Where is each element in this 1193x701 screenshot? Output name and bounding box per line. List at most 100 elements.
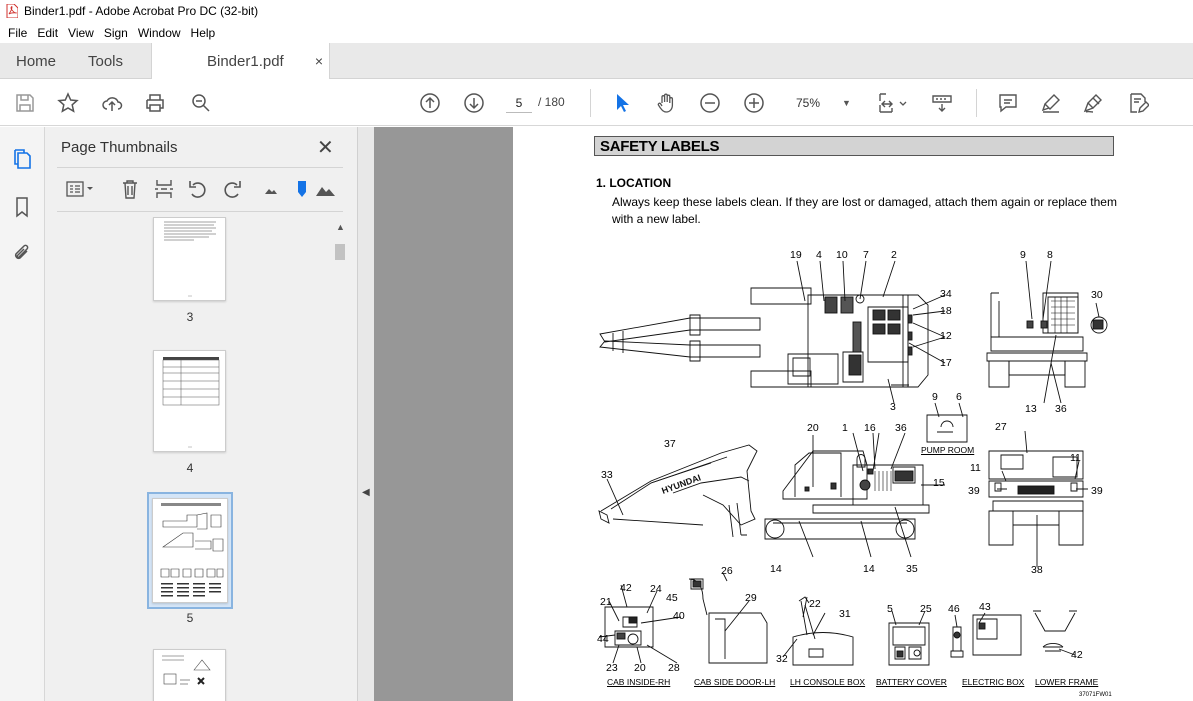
callout: 40 bbox=[673, 610, 685, 622]
callout: 36 bbox=[895, 422, 907, 434]
thumbnail-toolbar bbox=[57, 177, 347, 201]
caption-lh-console-box: LH CONSOLE BOX bbox=[790, 677, 866, 687]
rotate-cw-icon[interactable] bbox=[220, 177, 244, 201]
bookmark-star-icon[interactable] bbox=[56, 91, 80, 115]
menu-help[interactable]: Help bbox=[186, 26, 221, 40]
callout: 9 bbox=[932, 391, 938, 403]
zoom-out-icon[interactable] bbox=[698, 91, 722, 115]
callout: 16 bbox=[864, 422, 876, 434]
document-viewer[interactable]: SAFETY LABELS 1. LOCATION Always keep th… bbox=[374, 127, 1193, 701]
page-fit-icon[interactable] bbox=[874, 91, 910, 115]
upload-icon[interactable] bbox=[100, 91, 124, 115]
thumbnail-scrollbar[interactable]: ▲ bbox=[333, 220, 347, 701]
callout: 36 bbox=[1055, 403, 1067, 415]
select-arrow-icon[interactable] bbox=[610, 91, 634, 115]
callout: 19 bbox=[790, 249, 802, 261]
callout: 15 bbox=[933, 477, 945, 489]
panel-splitter[interactable]: ◀ bbox=[357, 127, 374, 701]
page-number-input[interactable] bbox=[506, 93, 532, 113]
callout: 39 bbox=[1091, 485, 1103, 497]
page-total: / 180 bbox=[538, 95, 565, 109]
caption-lower-frame: LOWER FRAME bbox=[1035, 677, 1099, 687]
menu-edit[interactable]: Edit bbox=[32, 26, 63, 40]
thumbnail-page-3[interactable] bbox=[153, 217, 226, 301]
zoom-slider-handle[interactable] bbox=[290, 177, 314, 201]
hand-icon[interactable] bbox=[654, 91, 678, 115]
tab-home[interactable]: Home bbox=[16, 43, 56, 79]
thumbnail-options-icon[interactable] bbox=[63, 177, 97, 201]
menu-file[interactable]: File bbox=[3, 26, 32, 40]
panel-divider bbox=[57, 211, 343, 212]
sign-icon[interactable] bbox=[1082, 91, 1106, 115]
callout: 4 bbox=[816, 249, 822, 261]
scrollbar-thumb[interactable] bbox=[335, 244, 345, 260]
bookmark-icon[interactable] bbox=[10, 195, 34, 219]
attachment-icon[interactable] bbox=[10, 241, 34, 265]
callout: 10 bbox=[836, 249, 848, 261]
callout: 1 bbox=[842, 422, 848, 434]
scroll-up-icon[interactable]: ▲ bbox=[336, 222, 345, 232]
zoom-select[interactable]: 75% ▼ bbox=[786, 91, 856, 115]
delete-icon[interactable] bbox=[118, 177, 142, 201]
callout: 27 bbox=[995, 421, 1007, 433]
callout: 14 bbox=[863, 563, 875, 575]
callout: 43 bbox=[979, 601, 991, 613]
caption-pump-room: PUMP ROOM bbox=[921, 445, 975, 455]
tab-bar: Home Tools Binder1.pdf × bbox=[0, 43, 1193, 79]
caption-cab-inside-rh: CAB INSIDE-RH bbox=[607, 677, 671, 687]
menu-sign[interactable]: Sign bbox=[99, 26, 133, 40]
thumbnail-label: 5 bbox=[186, 611, 194, 625]
large-mountain-icon[interactable] bbox=[314, 177, 338, 201]
callout: 37 bbox=[664, 438, 676, 450]
tab-tools[interactable]: Tools bbox=[88, 43, 123, 79]
menu-view[interactable]: View bbox=[63, 26, 99, 40]
callout: 35 bbox=[906, 563, 918, 575]
callout: 24 bbox=[650, 583, 662, 595]
caption-electric-box: ELECTRIC BOX bbox=[962, 677, 1025, 687]
edit-pdf-icon[interactable] bbox=[1126, 91, 1150, 115]
thumbnail-page-6[interactable] bbox=[153, 649, 226, 701]
highlight-icon[interactable] bbox=[1039, 91, 1063, 115]
tab-document[interactable]: Binder1.pdf × bbox=[151, 43, 330, 79]
callout: 11 bbox=[1070, 452, 1081, 464]
callout: 46 bbox=[948, 603, 960, 615]
scroll-mode-icon[interactable] bbox=[930, 91, 954, 115]
callout: 12 bbox=[940, 330, 952, 342]
left-navigation-rail bbox=[0, 127, 45, 701]
title-bar: Binder1.pdf - Adobe Acrobat Pro DC (32-b… bbox=[0, 0, 1193, 22]
search-zoom-icon[interactable] bbox=[189, 91, 213, 115]
callout: 8 bbox=[1047, 249, 1053, 261]
callout: 18 bbox=[940, 305, 952, 317]
callout: 32 bbox=[776, 653, 788, 665]
small-mountain-icon[interactable] bbox=[259, 177, 283, 201]
main-toolbar: / 180 75% ▼ bbox=[0, 80, 1193, 126]
callout: 13 bbox=[1025, 403, 1037, 415]
callout: 20 bbox=[634, 662, 646, 674]
callout: 2 bbox=[891, 249, 897, 261]
print-icon[interactable] bbox=[143, 91, 167, 115]
tab-close-icon[interactable]: × bbox=[315, 53, 323, 69]
thumbnail-page-5[interactable] bbox=[152, 498, 228, 603]
callout: 25 bbox=[920, 603, 932, 615]
collapse-panel-icon[interactable]: ◀ bbox=[362, 487, 370, 498]
panel-divider bbox=[57, 167, 343, 168]
rotate-ccw-icon[interactable] bbox=[186, 177, 210, 201]
next-page-icon[interactable] bbox=[462, 91, 486, 115]
zoom-in-icon[interactable] bbox=[742, 91, 766, 115]
comment-icon[interactable] bbox=[996, 91, 1020, 115]
callout: 9 bbox=[1020, 249, 1026, 261]
prev-page-icon[interactable] bbox=[418, 91, 442, 115]
extract-pages-icon[interactable] bbox=[152, 177, 176, 201]
callout: 30 bbox=[1091, 289, 1103, 301]
callout: 28 bbox=[668, 662, 680, 674]
thumbnail-label: 3 bbox=[186, 310, 194, 324]
menu-window[interactable]: Window bbox=[133, 26, 186, 40]
callout: 11 bbox=[970, 462, 981, 474]
thumbnail-page-4[interactable] bbox=[153, 350, 226, 452]
save-icon[interactable] bbox=[13, 91, 37, 115]
window-title: Binder1.pdf - Adobe Acrobat Pro DC (32-b… bbox=[24, 4, 259, 18]
close-icon[interactable]: ✕ bbox=[317, 135, 334, 160]
callout: 7 bbox=[863, 249, 869, 261]
page-thumbnails-icon[interactable] bbox=[10, 147, 34, 171]
zoom-value: 75% bbox=[796, 96, 821, 110]
